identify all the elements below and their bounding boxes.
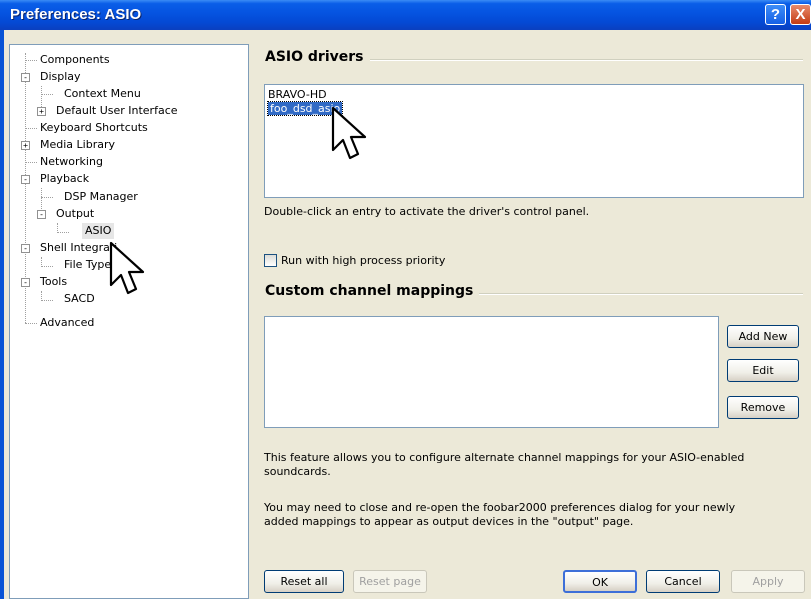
tree-item-keyboard-shortcuts[interactable]: Keyboard Shortcuts [40, 120, 148, 136]
tree-item-tools[interactable]: Tools [40, 274, 67, 290]
tree-collapse-display[interactable]: - [21, 73, 30, 82]
tree-item-playback[interactable]: Playback [40, 171, 89, 187]
mouse-pointer-icon [331, 106, 367, 160]
reset-all-button[interactable]: Reset all [264, 570, 344, 593]
preferences-window: Preferences: ASIO ? X Components - Displ… [0, 0, 811, 599]
high-priority-checkbox[interactable] [264, 254, 277, 267]
mappings-info-line-2: soundcards. [264, 465, 331, 478]
tree-item-advanced[interactable]: Advanced [40, 315, 94, 331]
tree-item-output[interactable]: Output [56, 206, 94, 222]
tree-item-media-library[interactable]: Media Library [40, 137, 115, 153]
window-title: Preferences: ASIO [10, 6, 142, 23]
high-priority-label[interactable]: Run with high process priority [281, 254, 445, 268]
driver-hint-text: Double-click an entry to activate the dr… [264, 205, 590, 218]
tree-item-sacd[interactable]: SACD [64, 291, 95, 307]
add-new-button[interactable]: Add New [727, 325, 799, 348]
mappings-note-line-2: added mappings to appear as output devic… [264, 515, 634, 528]
tree-collapse-shell-integration[interactable]: - [21, 244, 30, 253]
tree-collapse-output[interactable]: - [37, 210, 46, 219]
tree-collapse-tools[interactable]: - [21, 278, 30, 287]
tree-item-shell-integration[interactable]: Shell Integrati [40, 240, 117, 256]
title-bar[interactable]: Preferences: ASIO ? X [0, 0, 811, 30]
remove-button[interactable]: Remove [727, 396, 799, 419]
apply-button[interactable]: Apply [731, 570, 805, 593]
tree-item-networking[interactable]: Networking [40, 154, 103, 170]
reset-page-button[interactable]: Reset page [353, 570, 427, 593]
close-button[interactable]: X [790, 4, 811, 25]
mouse-pointer-icon [109, 241, 145, 295]
mappings-list[interactable] [264, 316, 719, 428]
edit-button[interactable]: Edit [727, 359, 799, 382]
help-button[interactable]: ? [765, 4, 786, 25]
tree-expand-media-library[interactable]: + [21, 141, 30, 150]
custom-channel-mappings-heading: Custom channel mappings [265, 283, 480, 299]
ok-button[interactable]: OK [563, 570, 637, 593]
tree-item-display[interactable]: Display [40, 69, 81, 85]
window-border [0, 30, 4, 599]
asio-drivers-heading: ASIO drivers [265, 49, 370, 65]
cancel-button[interactable]: Cancel [646, 570, 720, 593]
mappings-info-line-1: This feature allows you to configure alt… [264, 451, 745, 464]
preferences-tree[interactable]: Components - Display Context Menu + Defa… [9, 44, 249, 599]
tree-item-default-user-interface[interactable]: Default User Interface [56, 103, 178, 119]
mappings-note-line-1: You may need to close and re-open the fo… [264, 501, 736, 514]
tree-item-context-menu[interactable]: Context Menu [64, 86, 141, 102]
driver-item-bravo-hd[interactable]: BRAVO-HD [268, 88, 327, 101]
tree-item-components[interactable]: Components [40, 52, 110, 68]
tree-item-dsp-manager[interactable]: DSP Manager [64, 189, 138, 205]
tree-item-asio[interactable]: ASIO [82, 223, 115, 239]
tree-collapse-playback[interactable]: - [21, 175, 30, 184]
tree-expand-default-ui[interactable]: + [37, 107, 46, 116]
